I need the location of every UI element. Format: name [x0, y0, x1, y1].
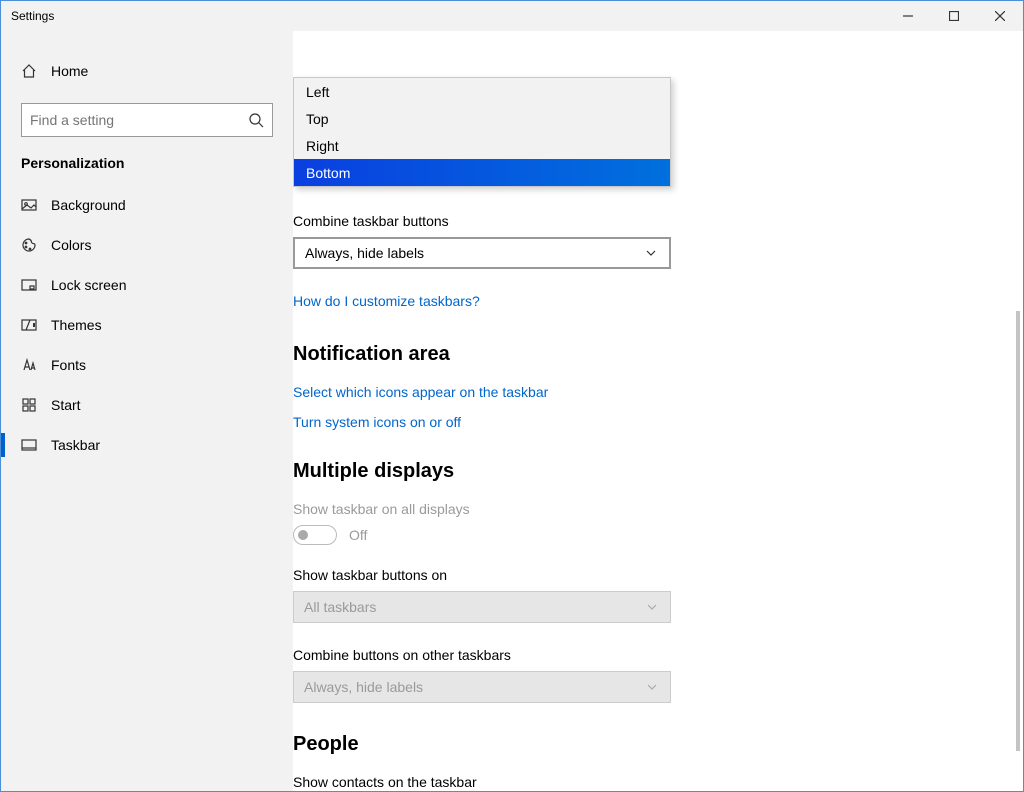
show-buttons-on-combo: All taskbars [293, 591, 671, 623]
search-input[interactable] [30, 112, 248, 128]
category-title: Personalization [21, 155, 273, 171]
show-taskbar-all-toggle [293, 525, 337, 545]
sidebar-item-start[interactable]: Start [21, 385, 273, 425]
show-buttons-on-label: Show taskbar buttons on [293, 567, 671, 583]
show-taskbar-all-label: Show taskbar on all displays [293, 501, 671, 517]
window-body: Home Personalization Background Colors L [1, 31, 1023, 791]
combo-value: Always, hide labels [305, 245, 424, 261]
combo-value: All taskbars [304, 599, 376, 615]
lockscreen-icon [21, 277, 37, 293]
sidebar-item-lockscreen[interactable]: Lock screen [21, 265, 273, 305]
close-button[interactable] [977, 1, 1023, 31]
chevron-down-icon [644, 599, 660, 615]
toggle-state: Off [349, 527, 367, 543]
settings-window: Settings Home Personalization Background [0, 0, 1024, 792]
main-content: Left Top Right Bottom Combine taskbar bu… [293, 31, 1023, 791]
sidebar-item-label: Taskbar [51, 437, 100, 453]
taskbar-icon [21, 437, 37, 453]
sidebar-nav: Background Colors Lock screen Themes Fon… [21, 185, 273, 465]
combine-taskbar-combo[interactable]: Always, hide labels [293, 237, 671, 269]
dropdown-option-right[interactable]: Right [294, 132, 670, 159]
notification-area-heading: Notification area [293, 343, 671, 366]
multiple-displays-heading: Multiple displays [293, 460, 671, 483]
sidebar-item-label: Fonts [51, 357, 86, 373]
maximize-button[interactable] [931, 1, 977, 31]
fonts-icon [21, 357, 37, 373]
start-icon [21, 397, 37, 413]
scrollbar-thumb[interactable] [1016, 311, 1020, 751]
picture-icon [21, 197, 37, 213]
sidebar-item-themes[interactable]: Themes [21, 305, 273, 345]
chevron-down-icon [643, 245, 659, 261]
sidebar-item-label: Background [51, 197, 126, 213]
dropdown-option-left[interactable]: Left [294, 78, 670, 105]
themes-icon [21, 317, 37, 333]
sidebar-item-taskbar[interactable]: Taskbar [21, 425, 273, 465]
show-contacts-label: Show contacts on the taskbar [293, 774, 671, 790]
taskbar-location-dropdown[interactable]: Left Top Right Bottom [293, 77, 671, 187]
combine-other-combo: Always, hide labels [293, 671, 671, 703]
scrollbar[interactable] [1006, 31, 1022, 791]
titlebar: Settings [1, 1, 1023, 31]
window-controls [885, 1, 1023, 31]
sidebar-item-background[interactable]: Background [21, 185, 273, 225]
sidebar-item-colors[interactable]: Colors [21, 225, 273, 265]
chevron-down-icon [644, 679, 660, 695]
combine-other-label: Combine buttons on other taskbars [293, 647, 671, 663]
sidebar-item-label: Lock screen [51, 277, 126, 293]
sidebar-item-fonts[interactable]: Fonts [21, 345, 273, 385]
dropdown-option-top[interactable]: Top [294, 105, 670, 132]
show-taskbar-all-toggle-row: Off [293, 525, 671, 545]
minimize-button[interactable] [885, 1, 931, 31]
system-icons-link[interactable]: Turn system icons on or off [293, 414, 671, 430]
search-box[interactable] [21, 103, 273, 137]
content-column: Left Top Right Bottom Combine taskbar bu… [293, 77, 671, 791]
search-icon [248, 112, 264, 128]
people-heading: People [293, 733, 671, 756]
palette-icon [21, 237, 37, 253]
sidebar-item-label: Start [51, 397, 81, 413]
sidebar: Home Personalization Background Colors L [1, 31, 293, 791]
sidebar-item-label: Themes [51, 317, 102, 333]
home-label: Home [51, 63, 88, 79]
home-icon [21, 63, 37, 79]
home-nav[interactable]: Home [21, 51, 273, 91]
combo-value: Always, hide labels [304, 679, 423, 695]
window-title: Settings [11, 9, 54, 23]
combine-taskbar-label: Combine taskbar buttons [293, 213, 671, 229]
dropdown-option-bottom[interactable]: Bottom [294, 159, 670, 186]
select-icons-link[interactable]: Select which icons appear on the taskbar [293, 384, 671, 400]
customize-taskbars-link[interactable]: How do I customize taskbars? [293, 293, 671, 309]
sidebar-item-label: Colors [51, 237, 91, 253]
